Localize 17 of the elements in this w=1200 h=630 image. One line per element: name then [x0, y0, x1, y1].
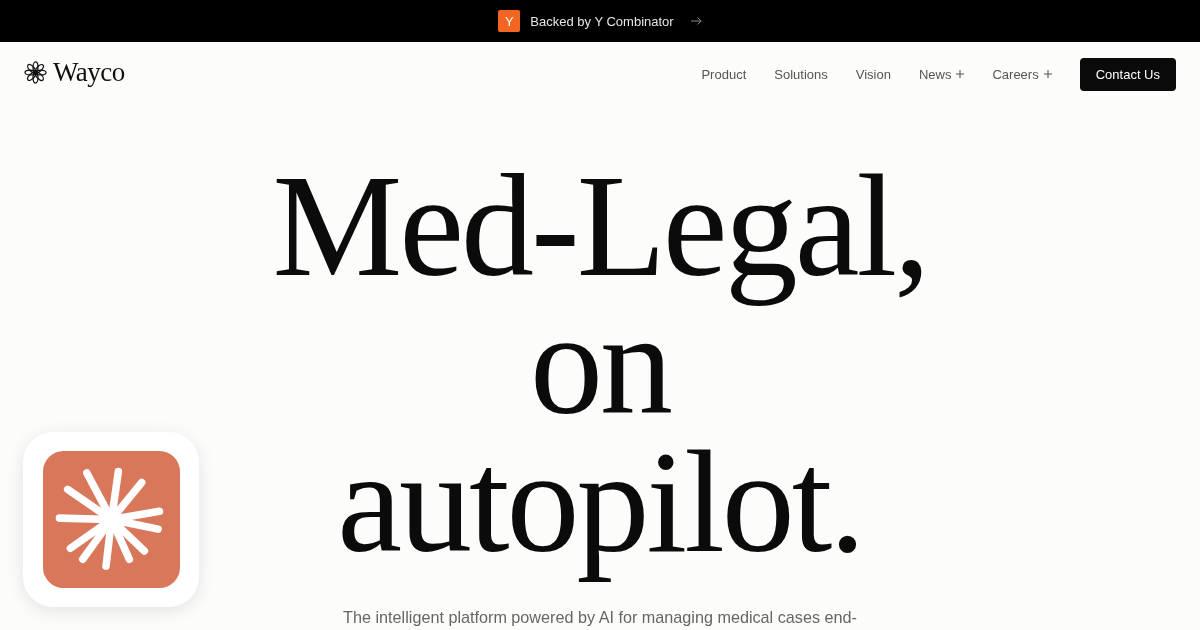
brand-name[interactable]: Wayco: [53, 56, 125, 88]
flower-logo-icon: [24, 60, 47, 84]
nav-link[interactable]: Careers: [992, 66, 1052, 82]
announcement-text: Backed by Y Combinator: [530, 13, 674, 29]
arrow-right-icon: [690, 17, 702, 25]
nav-link[interactable]: Product: [701, 66, 747, 82]
hero-headline: Med-Legal, on autopilot.: [271, 157, 929, 585]
starburst-app-icon: [43, 451, 180, 588]
announcement-bar[interactable]: Y Backed by Y Combinator: [0, 0, 1200, 42]
nav-link[interactable]: Vision: [855, 66, 891, 82]
hero-subtitle: The intelligent platform powered by AI for managing medical cases end-: [342, 607, 858, 628]
nav-link[interactable]: Solutions: [774, 66, 828, 82]
plus-icon: [956, 70, 965, 78]
nav-link[interactable]: News: [918, 66, 965, 82]
logo-tile: Y: [498, 10, 521, 32]
contact-button[interactable]: Contact Us: [1079, 57, 1176, 91]
plus-icon: [1043, 70, 1052, 78]
